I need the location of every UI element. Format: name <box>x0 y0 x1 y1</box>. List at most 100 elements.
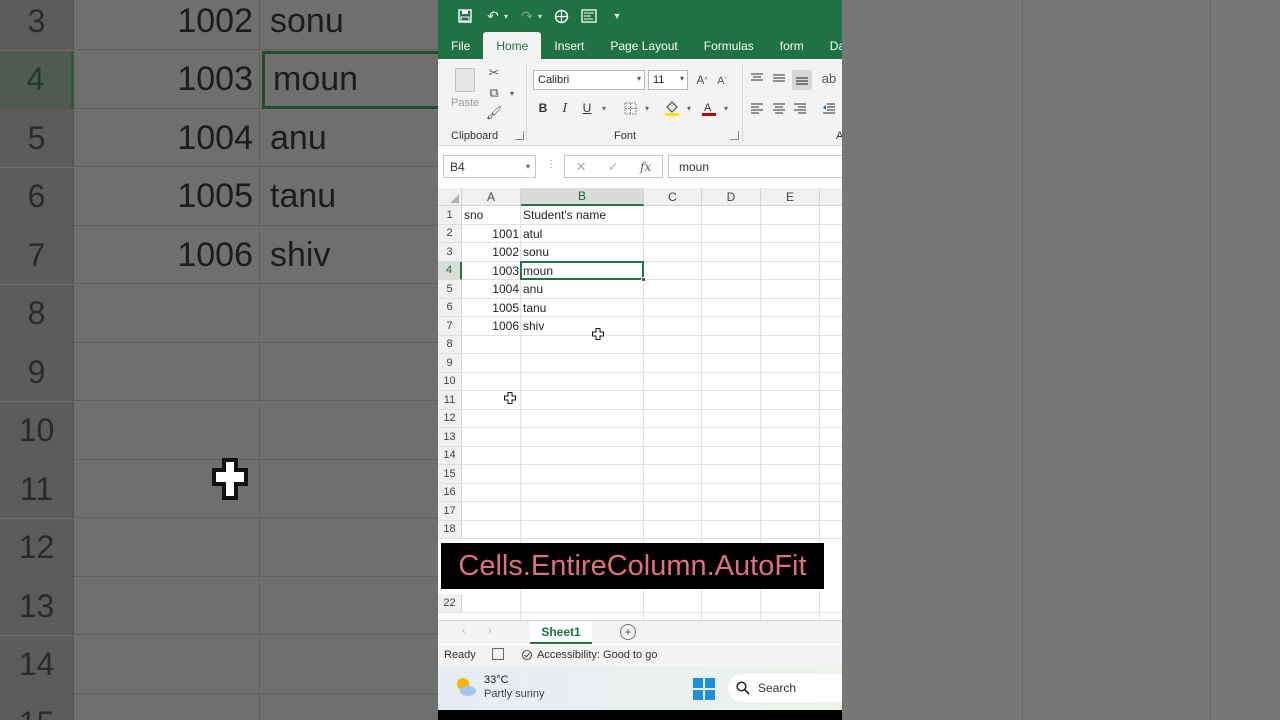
decrease-indent-icon[interactable] <box>821 100 837 116</box>
row-header-6[interactable]: 6 <box>438 298 462 317</box>
borders-icon[interactable] <box>622 100 638 116</box>
copy-dropdown-icon[interactable]: ▾ <box>504 85 520 101</box>
macro-recording-icon[interactable] <box>492 648 504 660</box>
touch-mode-icon[interactable] <box>552 7 570 25</box>
column-header-c[interactable]: C <box>644 188 702 206</box>
row-header-10[interactable]: 10 <box>438 372 462 391</box>
row-header-5[interactable]: 5 <box>438 280 462 299</box>
row-header-13[interactable]: 13 <box>438 428 462 447</box>
formula-input[interactable]: moun <box>668 155 842 178</box>
row-header-18[interactable]: 18 <box>438 520 462 539</box>
fill-color-icon[interactable] <box>664 100 680 116</box>
cell-a1[interactable]: sno <box>462 206 521 224</box>
cell-b1[interactable]: Student's name <box>521 206 644 224</box>
undo-dropdown-icon[interactable]: ▾ <box>504 12 508 21</box>
font-color-icon[interactable]: A <box>701 100 717 116</box>
font-name-select[interactable]: Calibri ▾ <box>533 70 645 90</box>
tab-data[interactable]: Data <box>817 32 842 59</box>
format-painter-icon[interactable]: 🖌 <box>486 105 503 121</box>
align-bottom-icon[interactable] <box>792 70 812 90</box>
cell-b5[interactable]: anu <box>521 280 644 298</box>
cell-b6[interactable]: tanu <box>521 299 644 317</box>
cell-a2[interactable]: 1001 <box>462 225 521 243</box>
tab-formulas[interactable]: Formulas <box>691 32 767 59</box>
redo-dropdown-icon[interactable]: ▾ <box>538 12 542 21</box>
weather-condition[interactable]: Partly sunny <box>484 688 545 700</box>
row-header-7[interactable]: 7 <box>438 317 462 336</box>
underline-button[interactable]: U <box>579 100 595 116</box>
copy-icon[interactable]: ⧉ <box>486 85 502 101</box>
fill-color-dropdown-icon[interactable]: ▾ <box>681 100 697 116</box>
orientation-icon[interactable]: ab <box>821 70 837 86</box>
paste-button[interactable]: Paste <box>451 65 479 115</box>
fill-handle[interactable] <box>641 277 646 282</box>
cell-a7[interactable]: 1006 <box>462 317 521 335</box>
tab-home[interactable]: Home <box>483 32 542 59</box>
row-header-1[interactable]: 1 <box>438 206 462 225</box>
align-middle-icon[interactable] <box>771 70 787 86</box>
tab-form[interactable]: form <box>767 32 817 59</box>
align-top-icon[interactable] <box>749 70 765 86</box>
prev-sheet-icon[interactable]: ‹ <box>462 625 466 637</box>
font-color-dropdown-icon[interactable]: ▾ <box>718 100 734 116</box>
shrink-font-button[interactable]: Aˇ <box>714 73 730 89</box>
redo-icon[interactable]: ↷ <box>518 7 536 25</box>
active-cell-border[interactable] <box>520 260 646 282</box>
select-all-button[interactable] <box>438 188 462 206</box>
cell-a5[interactable]: 1004 <box>462 280 521 298</box>
row-header-12[interactable]: 12 <box>438 409 462 428</box>
weather-temperature[interactable]: 33°C <box>484 674 509 686</box>
windows-start-icon[interactable] <box>693 678 715 700</box>
font-size-select[interactable]: 11 ▾ <box>648 70 688 90</box>
cell-b7[interactable]: shiv <box>521 317 644 335</box>
enter-icon[interactable]: ✓ <box>608 159 619 175</box>
cell-b2[interactable]: atul <box>521 225 644 243</box>
customize-toolbar-icon[interactable]: ▾ <box>608 7 626 25</box>
row-header-15[interactable]: 15 <box>438 465 462 484</box>
row-header-11[interactable]: 11 <box>438 391 462 410</box>
cell-b3[interactable]: sonu <box>521 243 644 261</box>
row-header-22[interactable]: 22 <box>438 594 462 613</box>
clipboard-launcher-icon[interactable] <box>515 131 524 140</box>
align-center-icon[interactable] <box>771 100 787 116</box>
accessibility-status[interactable]: Accessibility: Good to go <box>520 649 657 661</box>
column-header-e[interactable]: E <box>761 188 820 206</box>
column-header-a[interactable]: A <box>462 188 521 206</box>
row-header-14[interactable]: 14 <box>438 446 462 465</box>
cut-icon[interactable]: ✂ <box>486 65 502 81</box>
undo-icon[interactable]: ↶ <box>484 7 502 25</box>
row-header-8[interactable]: 8 <box>438 335 462 354</box>
row-header-16[interactable]: 16 <box>438 483 462 502</box>
row-header-17[interactable]: 17 <box>438 502 462 521</box>
cancel-icon[interactable]: ✕ <box>576 159 587 175</box>
italic-button[interactable]: I <box>557 100 573 116</box>
next-sheet-icon[interactable]: › <box>488 625 492 637</box>
tab-insert[interactable]: Insert <box>541 32 597 59</box>
underline-dropdown-icon[interactable]: ▾ <box>596 100 612 116</box>
insert-function-button[interactable]: fx <box>640 160 651 174</box>
add-sheet-button[interactable]: + <box>620 624 636 640</box>
formula-bar-grip-icon[interactable]: ⋮ <box>546 159 556 170</box>
sheet-tab-sheet1[interactable]: Sheet1 <box>530 621 592 644</box>
align-right-icon[interactable] <box>792 100 808 116</box>
column-header-partial[interactable] <box>820 188 842 206</box>
name-box[interactable]: B4 ▾ <box>443 155 536 178</box>
cell-a4[interactable]: 1003 <box>462 262 521 280</box>
grow-font-button[interactable]: A ^ <box>694 72 710 88</box>
row-header-2[interactable]: 2 <box>438 224 462 243</box>
row-header-9[interactable]: 9 <box>438 354 462 373</box>
column-header-d[interactable]: D <box>702 188 761 206</box>
cell-a6[interactable]: 1005 <box>462 299 521 317</box>
tab-page-layout[interactable]: Page Layout <box>597 32 690 59</box>
cell-a3[interactable]: 1002 <box>462 243 521 261</box>
bold-button[interactable]: B <box>535 100 551 116</box>
tab-file[interactable]: File <box>438 32 483 59</box>
save-icon[interactable] <box>456 7 474 25</box>
column-header-b[interactable]: B <box>521 188 644 206</box>
borders-dropdown-icon[interactable]: ▾ <box>639 100 655 116</box>
row-header-4[interactable]: 4 <box>438 261 462 280</box>
partly-sunny-icon[interactable] <box>454 675 478 699</box>
row-header-3[interactable]: 3 <box>438 243 462 262</box>
taskbar-search[interactable]: Search <box>728 674 842 702</box>
font-launcher-icon[interactable] <box>730 131 739 140</box>
